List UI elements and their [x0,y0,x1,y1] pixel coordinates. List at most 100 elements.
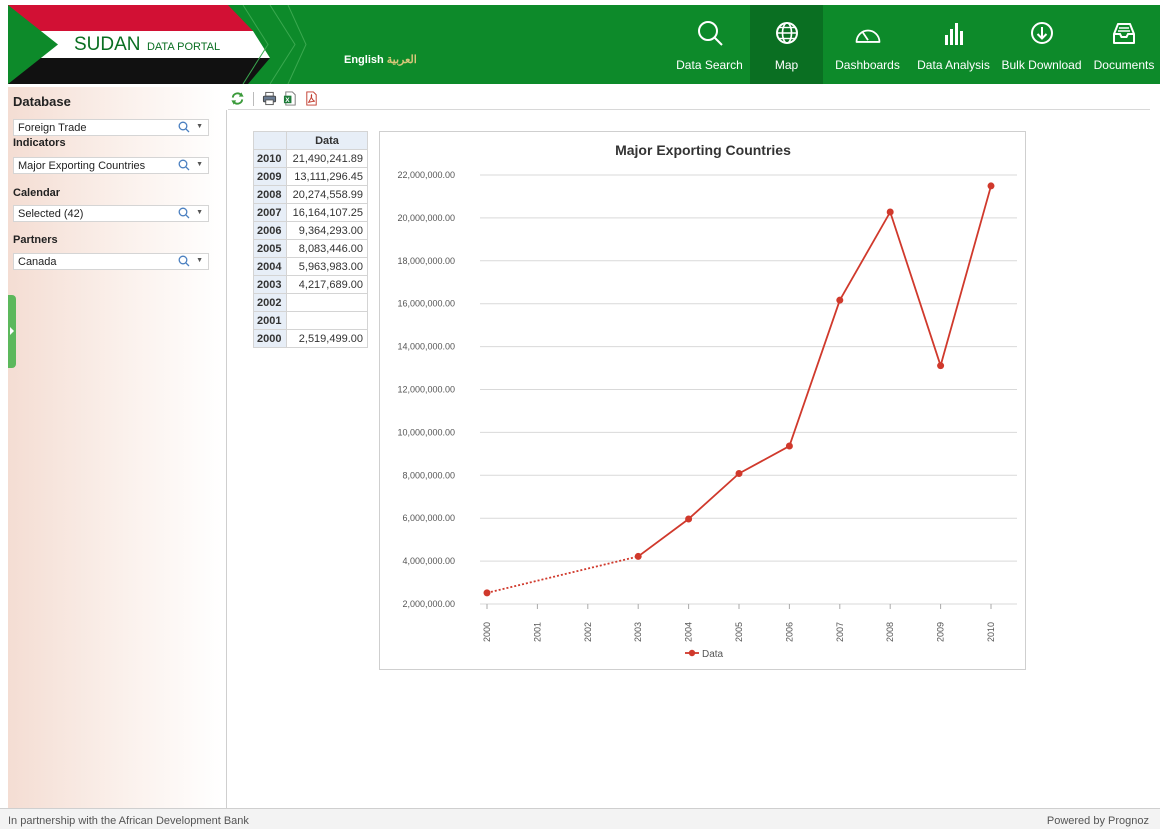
year-cell[interactable]: 2000 [253,329,287,348]
chevron-down-icon[interactable]: ▼ [196,161,203,168]
table-row: 2006 9,364,293.00 [253,221,368,240]
value-cell[interactable]: 2,519,499.00 [286,329,368,348]
year-cell[interactable]: 2005 [253,239,287,258]
y-tick-label: 14,000,000.00 [397,342,455,352]
value-cell[interactable]: 5,963,983.00 [286,257,368,276]
calendar-select[interactable]: Selected (42) ▼ [13,205,209,222]
x-tick-label: 2008 [885,622,895,642]
x-tick-label: 2010 [986,622,996,642]
table-column-header[interactable]: Data [286,131,368,150]
year-cell[interactable]: 2010 [253,149,287,168]
chevron-down-icon[interactable]: ▼ [196,257,203,264]
calendar-label: Calendar [13,187,61,199]
globe-icon [775,22,798,44]
table-row: 2010 21,490,241.89 [253,149,368,168]
data-point [634,552,642,560]
nav-label: Documents [1093,58,1155,72]
indicators-label: Indicators [13,137,66,149]
header-bar: SUDAN DATA PORTAL English العربية Data Se… [8,5,1160,84]
chevron-down-icon[interactable]: ▼ [196,209,203,216]
y-tick-label: 20,000,000.00 [397,213,455,223]
value-cell[interactable] [286,293,368,312]
y-tick-label: 22,000,000.00 [397,170,455,180]
y-tick-label: 2,000,000.00 [402,599,455,609]
language-switch: English العربية [344,53,417,66]
database-select[interactable]: Foreign Trade ▼ [13,119,209,136]
y-tick-label: 12,000,000.00 [397,385,455,395]
search-icon[interactable] [178,159,190,171]
nav-dashboards[interactable]: Dashboards [823,5,912,84]
value-cell[interactable]: 4,217,689.00 [286,275,368,294]
year-cell[interactable]: 2009 [253,167,287,186]
partners-value: Canada [18,256,57,268]
y-tick-label: 8,000,000.00 [402,470,455,480]
series-line-segment [788,299,841,447]
nav-label: Dashboards [835,58,900,72]
data-point [483,589,491,597]
pdf-export-icon[interactable] [304,91,319,106]
nav-label: Bulk Download [1001,58,1082,72]
logo-text: SUDAN DATA PORTAL [74,34,220,56]
lang-english-link[interactable]: English [344,54,384,66]
table-row: 2001 [253,311,368,330]
year-cell[interactable]: 2004 [253,257,287,276]
table-row: 2007 16,164,107.25 [253,203,368,222]
y-tick-label: 4,000,000.00 [402,556,455,566]
value-cell[interactable] [286,311,368,330]
x-tick-label: 2004 [684,622,694,642]
search-icon[interactable] [178,121,190,133]
refresh-icon[interactable] [230,91,245,106]
value-cell[interactable]: 16,164,107.25 [286,203,368,222]
inbox-icon [1113,23,1135,44]
partners-select[interactable]: Canada ▼ [13,253,209,270]
value-cell[interactable]: 8,083,446.00 [286,239,368,258]
year-cell[interactable]: 2006 [253,221,287,240]
filter-sidebar: Database Foreign Trade ▼ Indicators Majo… [8,87,222,809]
x-tick-label: 2002 [583,622,593,642]
value-cell[interactable]: 20,274,558.99 [286,185,368,204]
table-row: 2005 8,083,446.00 [253,239,368,258]
year-cell[interactable]: 2007 [253,203,287,222]
series-line-segment [889,211,942,366]
series-gap-segment [486,555,639,594]
value-cell[interactable]: 9,364,293.00 [286,221,368,240]
footer-partnership-text: In partnership with the African Developm… [8,815,249,827]
series-line-segment [939,185,992,366]
footer-powered-by[interactable]: Powered by Prognoz [1047,815,1149,827]
nav-data-analysis[interactable]: Data Analysis [912,5,995,84]
series-line-segment [839,211,891,301]
x-tick-label: 2003 [633,622,643,642]
nav-label: Data Analysis [917,58,990,72]
value-cell[interactable]: 21,490,241.89 [286,149,368,168]
print-icon[interactable] [262,91,277,106]
chevron-down-icon[interactable]: ▼ [196,123,203,130]
excel-export-icon[interactable]: X [283,91,298,106]
logo-main: SUDAN [74,34,141,55]
year-cell[interactable]: 2002 [253,293,287,312]
data-point [836,296,844,304]
search-icon[interactable] [178,255,190,267]
nav-data-search[interactable]: Data Search [669,5,750,84]
svg-text:X: X [285,97,290,104]
data-point [685,515,693,523]
indicators-select[interactable]: Major Exporting Countries ▼ [13,157,209,174]
year-cell[interactable]: 2003 [253,275,287,294]
table-row: 2008 20,274,558.99 [253,185,368,204]
year-cell[interactable]: 2008 [253,185,287,204]
nav-documents[interactable]: Documents [1088,5,1160,84]
lang-arabic-link[interactable]: العربية [387,54,417,66]
y-tick-label: 18,000,000.00 [397,256,455,266]
sidebar-toggle-handle[interactable] [8,295,16,368]
year-cell[interactable]: 2001 [253,311,287,330]
value-cell[interactable]: 13,111,296.45 [286,167,368,186]
indicators-value: Major Exporting Countries [18,160,146,172]
nav-map[interactable]: Map [750,5,823,84]
table-row: 2004 5,963,983.00 [253,257,368,276]
search-icon[interactable] [178,207,190,219]
legend-swatch-dot [688,649,696,657]
nav-bulk-download[interactable]: Bulk Download [995,5,1088,84]
line-chart: Major Exporting Countries 2,000,000.00 4,0… [397,142,1017,660]
data-point [785,442,793,450]
bar-chart-icon [944,23,963,45]
data-table: Data 2010 21,490,241.89 2009 13,111,296.45… [253,131,368,348]
